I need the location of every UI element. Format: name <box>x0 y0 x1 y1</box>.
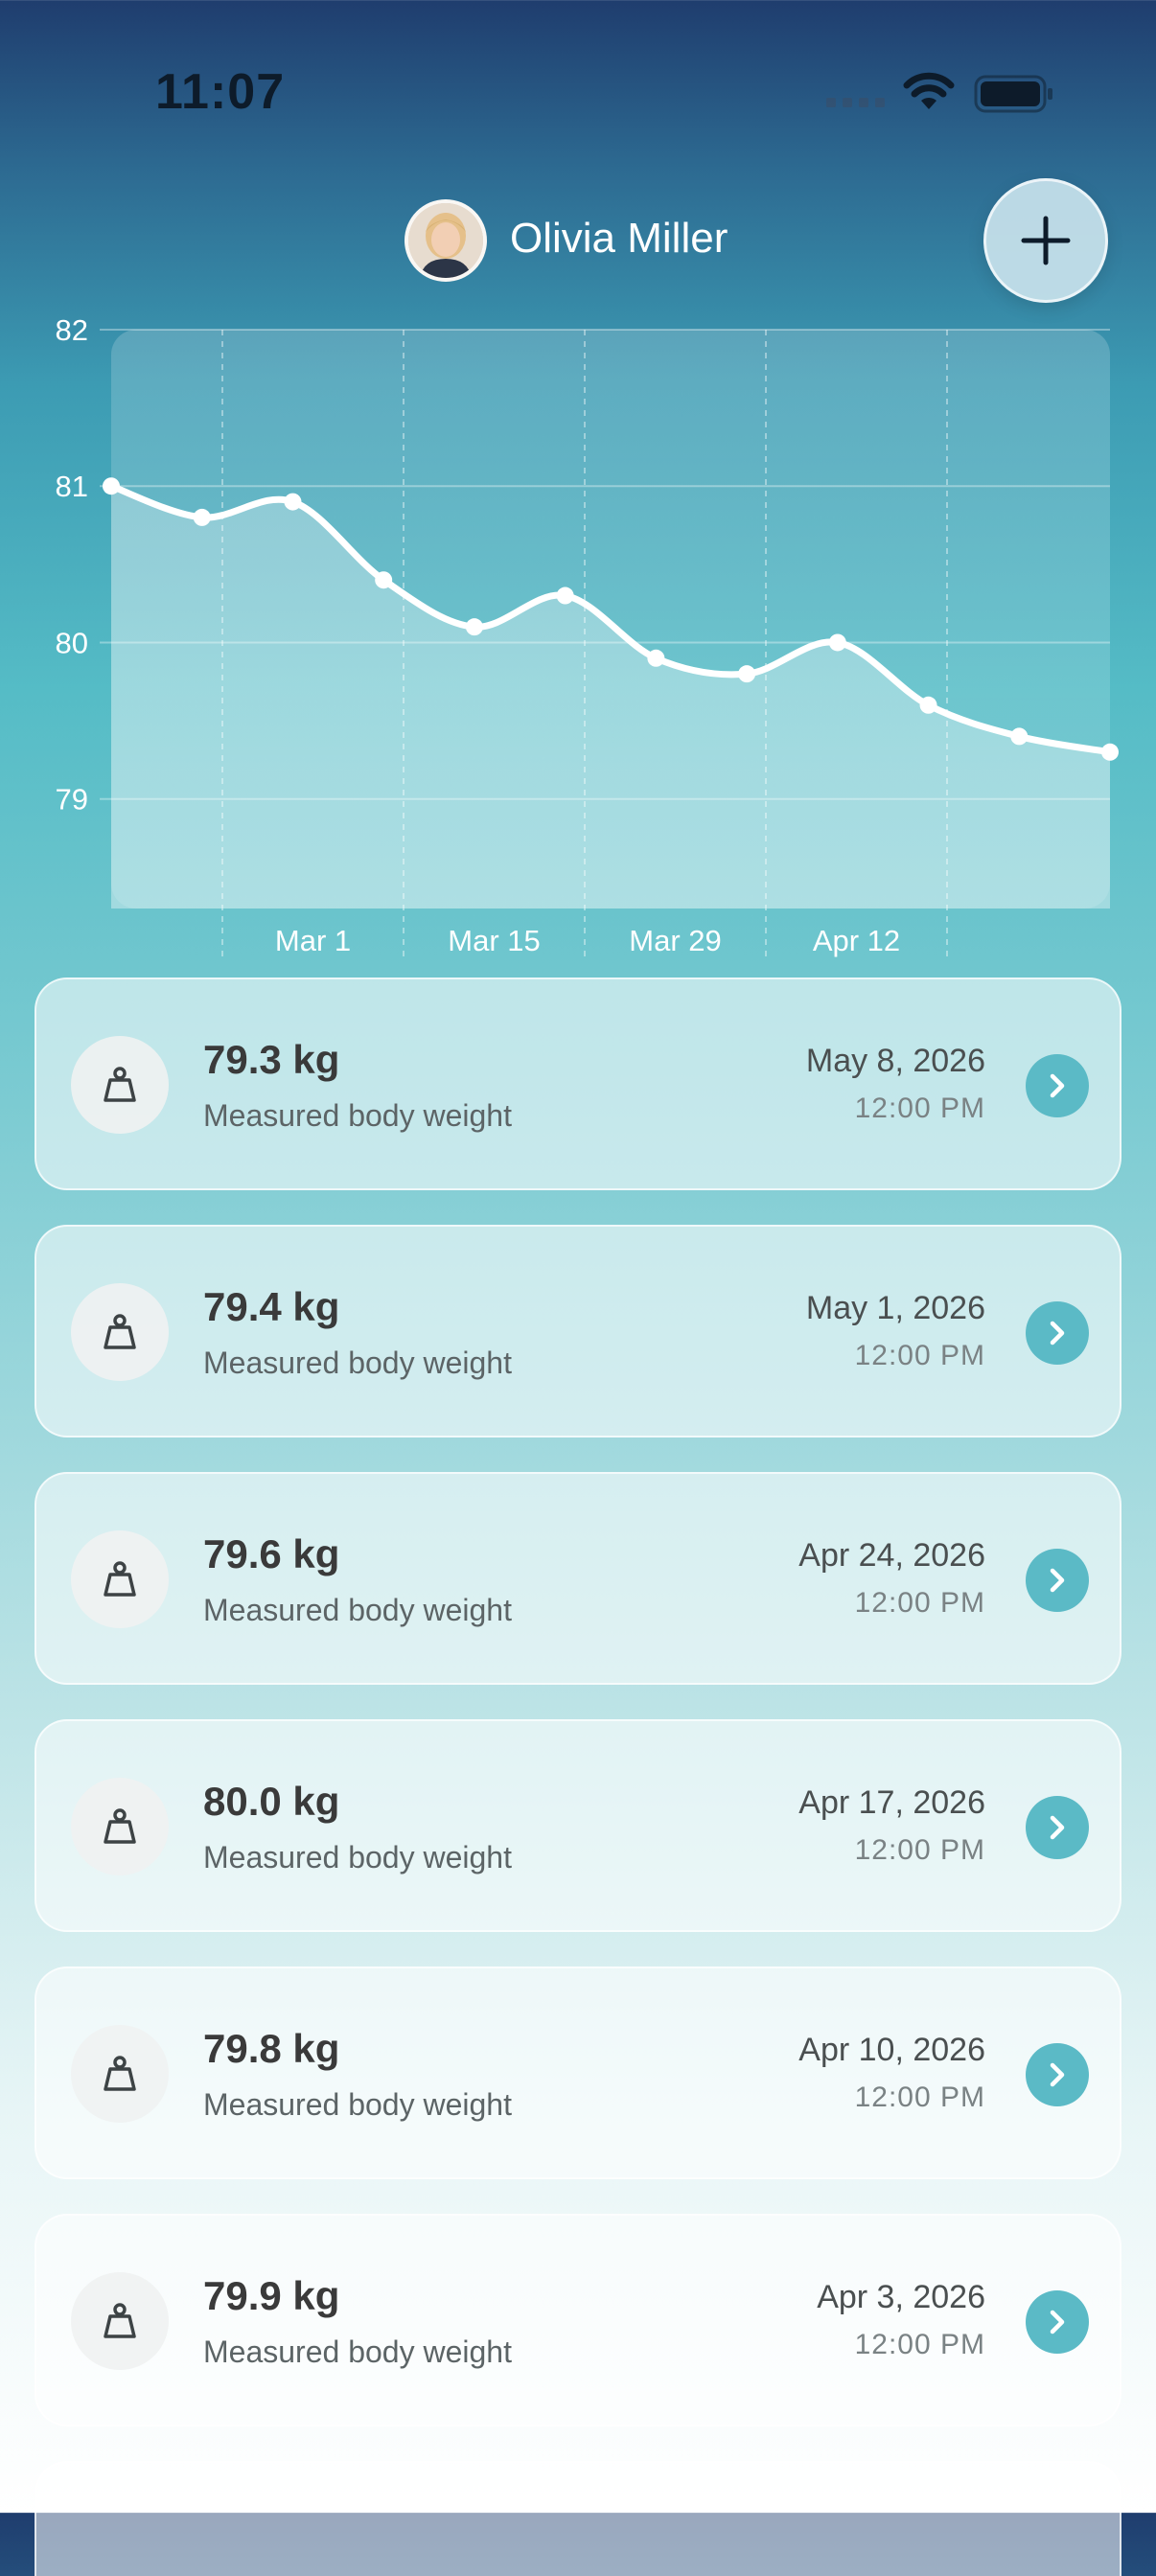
entry-date: Apr 10, 2026 <box>798 2032 985 2068</box>
entry-weight: 79.3 kg <box>203 1037 340 1082</box>
entry-date: May 1, 2026 <box>805 1290 985 1326</box>
entry-icon-badge <box>71 1036 169 1134</box>
entry-description: Measured body weight <box>203 1346 512 1380</box>
entry-weight: 79.4 kg <box>203 1284 340 1329</box>
weight-scale-icon <box>104 2056 136 2091</box>
entry-date: Apr 3, 2026 <box>817 2279 985 2315</box>
cellular-signal-icon <box>826 98 886 111</box>
weight-chart: 82 81 80 79 Mar 1 Mar 15 Mar 29 Apr 12 <box>56 313 1119 958</box>
chart-data-point[interactable] <box>919 696 937 714</box>
entry-time: 12:00 PM <box>854 1587 985 1619</box>
entry-card[interactable]: 79.8 kg Measured body weight Apr 10, 202… <box>35 1966 1121 2179</box>
chart-data-point[interactable] <box>1101 743 1119 761</box>
chevron-right-icon <box>1050 1568 1065 1593</box>
chart-y-tick-label: 79 <box>56 783 88 816</box>
entry-weight: 79.6 kg <box>203 1531 340 1576</box>
entry-time: 12:00 PM <box>854 1834 985 1866</box>
entry-description: Measured body weight <box>203 2087 512 2122</box>
entry-weight: 80.0 kg <box>203 1779 340 1824</box>
entry-detail-button[interactable] <box>1026 1796 1089 1859</box>
chevron-right-icon <box>1050 1073 1065 1098</box>
chart-x-tick-label: Apr 12 <box>813 924 900 957</box>
weight-scale-icon <box>104 1808 136 1844</box>
chart-data-point[interactable] <box>1010 727 1029 746</box>
entry-card[interactable]: 79.6 kg Measured body weight Apr 24, 202… <box>35 1472 1121 1685</box>
entry-icon-badge <box>71 1283 169 1381</box>
chart-data-point[interactable] <box>465 618 483 636</box>
chart-data-point[interactable] <box>284 493 302 511</box>
chart-data-point[interactable] <box>738 665 756 683</box>
entry-card-partial[interactable] <box>35 2461 1121 2576</box>
chart-data-point[interactable] <box>103 477 120 495</box>
entry-card[interactable]: 80.0 kg Measured body weight Apr 17, 202… <box>35 1719 1121 1932</box>
entry-time: 12:00 PM <box>854 1340 985 1371</box>
entry-icon-badge <box>71 2025 169 2123</box>
chart-y-tick-label: 81 <box>56 470 88 503</box>
user-name[interactable]: Olivia Miller <box>510 215 728 263</box>
chart-x-tick-label: Mar 29 <box>629 924 721 957</box>
entry-weight: 79.9 kg <box>203 2273 340 2318</box>
chevron-right-icon <box>1050 2310 1065 2334</box>
weight-scale-icon <box>104 2303 136 2338</box>
entry-card[interactable]: 79.9 kg Measured body weight Apr 3, 2026… <box>35 2214 1121 2426</box>
chart-data-point[interactable] <box>375 571 393 589</box>
entry-time: 12:00 PM <box>854 2082 985 2113</box>
entry-icon-badge <box>71 1530 169 1628</box>
wifi-icon <box>903 72 955 109</box>
entry-date: May 8, 2026 <box>805 1043 985 1079</box>
entry-detail-button[interactable] <box>1026 1054 1089 1117</box>
chart-x-tick-label: Mar 1 <box>275 924 351 957</box>
entry-detail-button[interactable] <box>1026 1301 1089 1365</box>
chart-data-point[interactable] <box>828 633 846 652</box>
avatar-image <box>408 203 483 278</box>
entry-weight: 79.8 kg <box>203 2026 340 2071</box>
weight-scale-icon <box>104 1067 136 1102</box>
entry-detail-button[interactable] <box>1026 2043 1089 2106</box>
chart-data-point[interactable] <box>647 649 665 667</box>
chart-y-tick-label: 80 <box>56 626 88 659</box>
entry-description: Measured body weight <box>203 1840 512 1874</box>
entry-description: Measured body weight <box>203 1098 512 1133</box>
chart-y-tick-label: 82 <box>56 313 88 347</box>
battery-icon <box>974 75 1052 113</box>
entry-date: Apr 24, 2026 <box>798 1537 985 1574</box>
entry-card[interactable]: 79.3 kg Measured body weight May 8, 2026… <box>35 978 1121 1190</box>
chevron-right-icon <box>1050 1815 1065 1840</box>
avatar[interactable] <box>405 199 487 282</box>
chevron-right-icon <box>1050 2062 1065 2087</box>
weight-scale-icon <box>104 1561 136 1597</box>
entry-icon-badge <box>71 1778 169 1875</box>
entry-time: 12:00 PM <box>854 2329 985 2360</box>
entry-time: 12:00 PM <box>854 1092 985 1124</box>
plus-icon <box>1021 216 1071 265</box>
entry-card[interactable]: 79.4 kg Measured body weight May 1, 2026… <box>35 1225 1121 1438</box>
chart-x-tick-label: Mar 15 <box>448 924 540 957</box>
add-entry-button[interactable] <box>983 178 1108 303</box>
status-bar: 11:07 <box>0 0 1156 182</box>
entry-date: Apr 17, 2026 <box>798 1784 985 1821</box>
entry-detail-button[interactable] <box>1026 1549 1089 1612</box>
entry-description: Measured body weight <box>203 2334 512 2369</box>
entry-detail-button[interactable] <box>1026 2290 1089 2354</box>
weight-scale-icon <box>104 1314 136 1349</box>
chart-data-point[interactable] <box>556 586 574 605</box>
chart-data-point[interactable] <box>193 508 211 526</box>
chevron-right-icon <box>1050 1321 1065 1346</box>
status-time: 11:07 <box>155 64 286 120</box>
entry-icon-badge <box>71 2272 169 2370</box>
entry-description: Measured body weight <box>203 1593 512 1627</box>
